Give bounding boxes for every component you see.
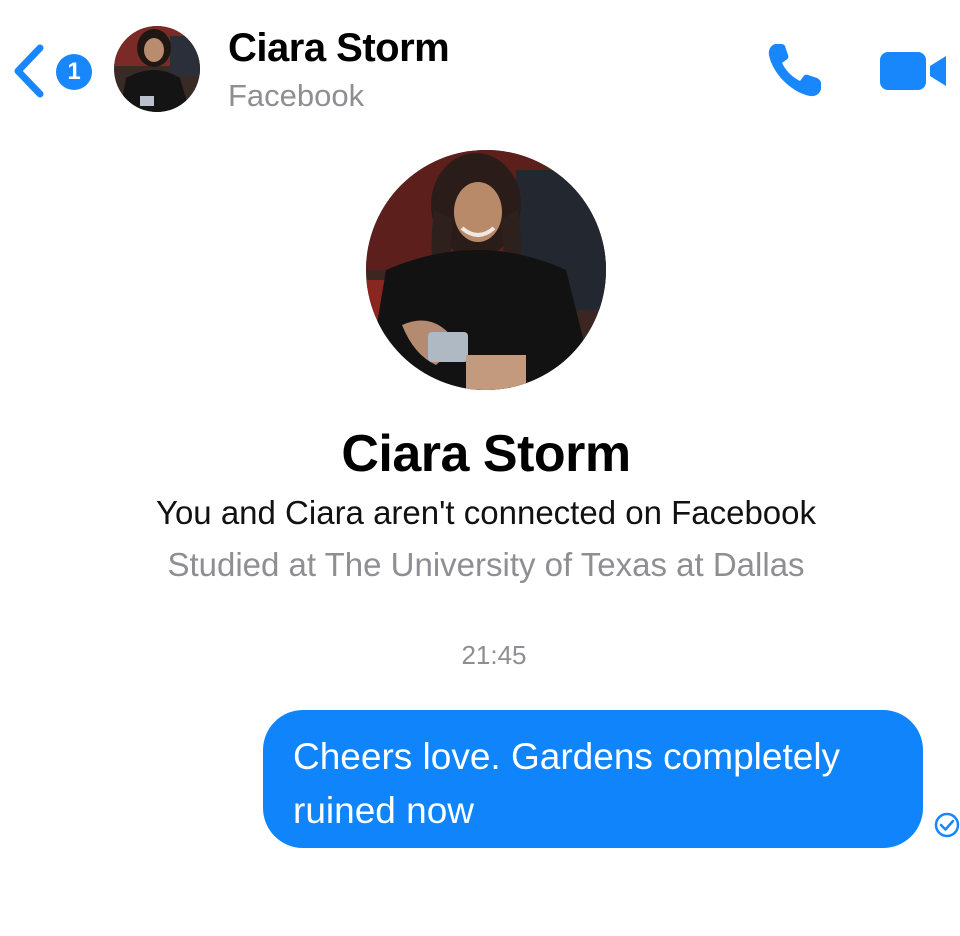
video-camera-icon (880, 52, 946, 90)
profile-photo[interactable] (366, 150, 606, 390)
avatar-photo (114, 26, 200, 112)
call-button[interactable] (764, 40, 826, 100)
profile-photo-image (366, 150, 606, 390)
conversation-header: 1 Ciara Storm Facebook (0, 0, 960, 130)
back-button[interactable]: 1 (10, 40, 96, 102)
message-timestamp: 21:45 (461, 640, 527, 670)
video-call-button[interactable] (878, 48, 948, 94)
contact-platform: Facebook (228, 78, 365, 113)
unread-count-badge: 1 (56, 54, 92, 90)
avatar[interactable] (114, 26, 200, 112)
connection-status: You and Ciara aren't connected on Facebo… (155, 494, 817, 531)
sent-message-bubble[interactable]: Cheers love. Gardens completely ruined n… (263, 710, 923, 848)
check-circle-icon (934, 812, 960, 838)
chevron-left-icon (14, 44, 44, 98)
education-info: Studied at The University of Texas at Da… (167, 546, 805, 583)
profile-name: Ciara Storm (341, 425, 631, 483)
contact-name[interactable]: Ciara Storm (228, 26, 450, 71)
phone-icon (768, 44, 821, 97)
